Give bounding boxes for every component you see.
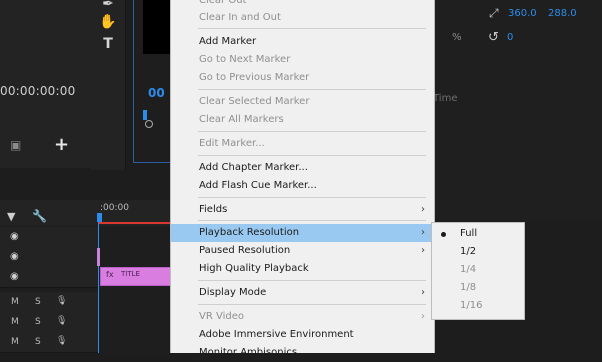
menu-separator	[198, 280, 426, 281]
menu-item-clear-in-out[interactable]: Clear In and Out	[171, 9, 434, 27]
clip-label: TITLE	[121, 270, 140, 278]
eye-icon[interactable]: ◉	[10, 231, 19, 242]
menu-item-clear-selected-marker[interactable]: Clear Selected Marker	[171, 93, 434, 111]
monitor-scrub-knob[interactable]	[145, 120, 153, 128]
menu-item-add-chapter-marker[interactable]: Add Chapter Marker...	[171, 159, 434, 177]
rotation-value[interactable]: 0	[507, 32, 513, 43]
wrench-icon[interactable]: 🔧	[32, 209, 47, 223]
submenu-item-full[interactable]: Full	[432, 225, 524, 243]
scale-percent: %	[452, 32, 462, 43]
mute-button[interactable]: M	[11, 297, 19, 307]
menu-separator	[198, 89, 426, 90]
radio-dot-icon	[441, 232, 446, 237]
menu-item-clear-all-markers[interactable]: Clear All Markers	[171, 111, 434, 129]
hand-tool-icon[interactable]: ✋	[98, 14, 118, 30]
position-y-value[interactable]: 288.0	[548, 8, 577, 19]
menu-item-adobe-immersive-environment[interactable]: Adobe Immersive Environment	[171, 326, 434, 344]
context-menu: Clear Out Clear In and Out Add Marker Go…	[170, 0, 435, 358]
timeline-ruler-start: :00:00	[100, 203, 129, 213]
source-timecode: 00:00:00:00	[0, 84, 76, 98]
menu-item-add-flash-cue-marker[interactable]: Add Flash Cue Marker...	[171, 177, 434, 195]
submenu-item-1-4[interactable]: 1/4	[432, 261, 524, 279]
camera-icon[interactable]: ▣	[10, 138, 21, 152]
menu-separator	[198, 220, 426, 221]
submenu-item-1-8[interactable]: 1/8	[432, 279, 524, 297]
marker-icon[interactable]: ▼	[7, 210, 15, 223]
chevron-right-icon: ›	[421, 287, 425, 298]
menu-item-edit-marker[interactable]: Edit Marker...	[171, 135, 434, 153]
menu-item-display-mode[interactable]: Display Mode ›	[171, 284, 434, 302]
rotation-icon: ↺	[488, 30, 499, 45]
menu-separator	[198, 155, 426, 156]
eye-icon[interactable]: ◉	[10, 271, 19, 282]
fx-icon: fx	[106, 270, 114, 279]
playhead-line	[98, 222, 99, 353]
pen-tool-icon[interactable]: ✒	[98, 0, 118, 12]
work-area-bar[interactable]	[98, 222, 172, 224]
menu-separator	[198, 28, 426, 29]
clip-stub[interactable]	[97, 248, 100, 266]
monitor-playhead[interactable]	[143, 110, 147, 120]
menu-item-playback-resolution[interactable]: Playback Resolution ›	[171, 224, 434, 242]
chevron-right-icon: ›	[421, 227, 425, 238]
time-label: Time	[433, 93, 458, 104]
microphone-icon[interactable]: 🎙	[56, 296, 67, 306]
program-monitor-video	[143, 0, 173, 54]
type-tool-icon[interactable]: T	[98, 36, 118, 52]
chevron-right-icon: ›	[421, 245, 425, 256]
eye-icon[interactable]: ◉	[10, 251, 19, 262]
playhead[interactable]	[97, 213, 102, 222]
microphone-icon[interactable]: 🎙	[56, 316, 67, 326]
mute-button[interactable]: M	[11, 317, 19, 327]
menu-item-vr-video[interactable]: VR Video ›	[171, 308, 434, 326]
program-timecode[interactable]: 00	[148, 86, 165, 100]
menu-separator	[198, 197, 426, 198]
add-icon[interactable]: +	[54, 134, 69, 155]
solo-button[interactable]: S	[35, 297, 41, 307]
chevron-right-icon: ›	[421, 311, 425, 322]
menu-item-high-quality-playback[interactable]: High Quality Playback	[171, 260, 434, 278]
position-icon: ⤢	[489, 6, 499, 20]
position-x-value[interactable]: 360.0	[508, 8, 537, 19]
solo-button[interactable]: S	[35, 337, 41, 347]
chevron-right-icon: ›	[421, 204, 425, 215]
menu-item-previous-marker[interactable]: Go to Previous Marker	[171, 69, 434, 87]
tools-panel: ✒ ✋ T	[90, 0, 126, 170]
submenu-item-1-16[interactable]: 1/16	[432, 297, 524, 315]
solo-button[interactable]: S	[35, 317, 41, 327]
menu-item-add-marker[interactable]: Add Marker	[171, 33, 434, 51]
submenu-item-1-2[interactable]: 1/2	[432, 243, 524, 261]
microphone-icon[interactable]: 🎙	[56, 336, 67, 346]
playback-resolution-submenu: Full 1/2 1/4 1/8 1/16	[431, 222, 525, 320]
menu-item-fields[interactable]: Fields ›	[171, 201, 434, 219]
mute-button[interactable]: M	[11, 337, 19, 347]
menu-item-next-marker[interactable]: Go to Next Marker	[171, 51, 434, 69]
menu-separator	[198, 304, 426, 305]
menu-item-paused-resolution[interactable]: Paused Resolution ›	[171, 242, 434, 260]
menu-separator	[198, 131, 426, 132]
menu-item-monitor-ambisonics[interactable]: Monitor Ambisonics	[171, 344, 434, 362]
